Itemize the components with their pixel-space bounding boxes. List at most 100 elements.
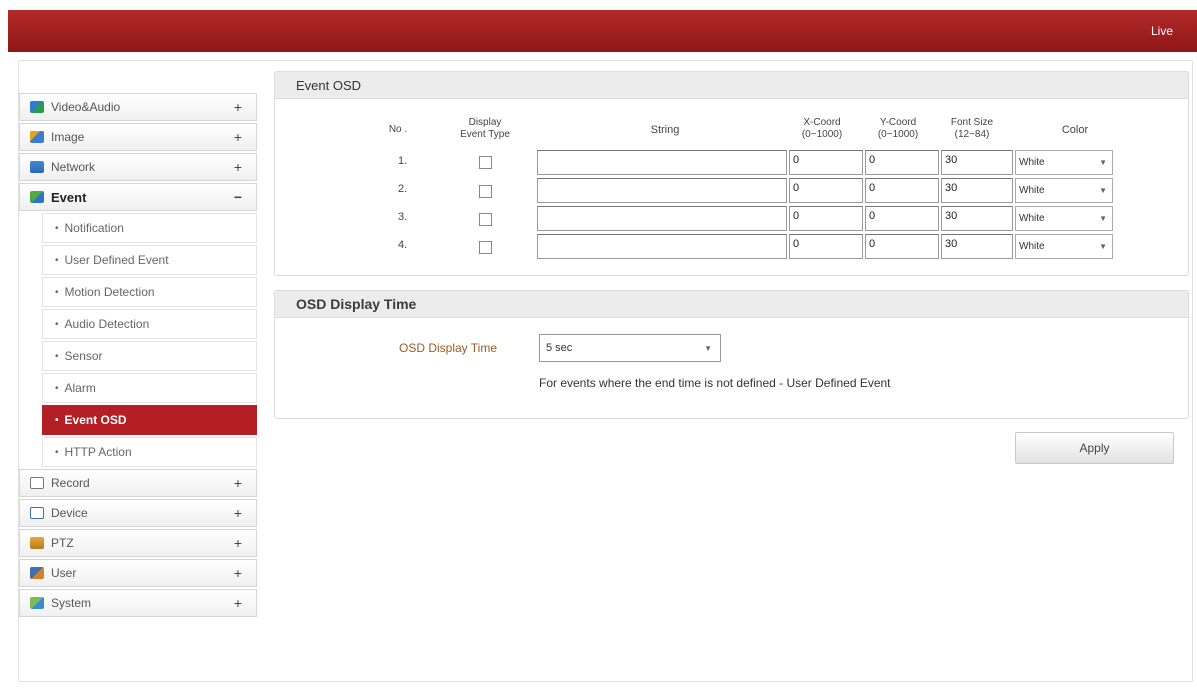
color-select[interactable]: White ▼ bbox=[1015, 150, 1113, 175]
display-event-type-checkbox[interactable] bbox=[479, 185, 492, 198]
sidebar-item-ptz[interactable]: PTZ + bbox=[19, 529, 257, 557]
font-size-input[interactable]: 30 bbox=[941, 150, 1013, 175]
panel-title: Event OSD bbox=[275, 72, 1188, 99]
osd-display-time-note: For events where the end time is not def… bbox=[539, 376, 891, 390]
font-size-input[interactable]: 30 bbox=[941, 234, 1013, 259]
x-coord-input[interactable]: 0 bbox=[789, 234, 863, 259]
font-size-input[interactable]: 30 bbox=[941, 206, 1013, 231]
sidebar-item-user[interactable]: User + bbox=[19, 559, 257, 587]
subitem-label: Event OSD bbox=[64, 413, 127, 427]
osd-display-time-select[interactable]: 5 sec ▼ bbox=[539, 334, 721, 362]
subitem-label: Audio Detection bbox=[64, 317, 150, 331]
color-select-value: White bbox=[1019, 185, 1045, 196]
sidebar-item-system[interactable]: System + bbox=[19, 589, 257, 617]
subitem-label: Motion Detection bbox=[64, 285, 155, 299]
header-line: X-Coord bbox=[803, 117, 841, 128]
apply-button[interactable]: Apply bbox=[1015, 432, 1174, 464]
sidebar-subitem-http-action[interactable]: • HTTP Action bbox=[42, 437, 257, 467]
color-select[interactable]: White ▼ bbox=[1015, 234, 1113, 259]
sidebar-subitem-event-osd[interactable]: • Event OSD bbox=[42, 405, 257, 435]
panel-title: OSD Display Time bbox=[275, 291, 1188, 318]
live-link[interactable]: Live bbox=[1151, 24, 1173, 38]
chevron-down-icon: ▼ bbox=[1099, 186, 1107, 195]
sidebar-item-video-audio[interactable]: Video&Audio + bbox=[19, 93, 257, 121]
user-icon bbox=[30, 567, 44, 579]
sidebar-item-image[interactable]: Image + bbox=[19, 123, 257, 151]
color-select[interactable]: White ▼ bbox=[1015, 206, 1113, 231]
display-event-type-checkbox[interactable] bbox=[479, 156, 492, 169]
sidebar-item-event[interactable]: Event − bbox=[19, 183, 257, 211]
bullet-icon: • bbox=[55, 382, 59, 394]
sidebar-item-label: Network bbox=[51, 160, 96, 174]
string-input[interactable] bbox=[537, 178, 787, 203]
sidebar-subitem-motion-detection[interactable]: • Motion Detection bbox=[42, 277, 257, 307]
event-osd-panel: Event OSD No . Display Event Type String… bbox=[274, 71, 1189, 276]
sidebar-subitem-alarm[interactable]: • Alarm bbox=[42, 373, 257, 403]
network-icon bbox=[30, 161, 44, 173]
expand-icon: + bbox=[233, 535, 242, 551]
image-icon bbox=[30, 131, 44, 143]
sidebar-subitem-sensor[interactable]: • Sensor bbox=[42, 341, 257, 371]
display-event-type-checkbox[interactable] bbox=[479, 213, 492, 226]
event-icon bbox=[30, 191, 44, 203]
sidebar-subitem-user-defined-event[interactable]: • User Defined Event bbox=[42, 245, 257, 275]
y-coord-input[interactable]: 0 bbox=[865, 178, 939, 203]
sidebar-item-network[interactable]: Network + bbox=[19, 153, 257, 181]
x-coord-input[interactable]: 0 bbox=[789, 178, 863, 203]
row-number: 4. bbox=[398, 239, 408, 251]
expand-icon: + bbox=[233, 475, 242, 491]
header-line: (0~1000) bbox=[801, 129, 843, 140]
color-select-value: White bbox=[1019, 157, 1045, 168]
bullet-icon: • bbox=[55, 222, 59, 234]
color-select[interactable]: White ▼ bbox=[1015, 178, 1113, 203]
chevron-down-icon: ▼ bbox=[1099, 158, 1107, 167]
subitem-label: User Defined Event bbox=[64, 253, 169, 267]
row-number: 1. bbox=[398, 155, 408, 167]
string-input[interactable] bbox=[537, 206, 787, 231]
y-coord-input[interactable]: 0 bbox=[865, 234, 939, 259]
sidebar-item-label: User bbox=[51, 566, 77, 580]
y-coord-input[interactable]: 0 bbox=[865, 206, 939, 231]
collapse-icon: − bbox=[233, 189, 242, 205]
column-header-font-size: Font Size (12~84) bbox=[937, 117, 1007, 141]
expand-icon: + bbox=[233, 129, 242, 145]
y-coord-input[interactable]: 0 bbox=[865, 150, 939, 175]
header-line: (0~1000) bbox=[877, 129, 919, 140]
sidebar-item-record[interactable]: Record + bbox=[19, 469, 257, 497]
row-number: 2. bbox=[398, 183, 408, 195]
row-number: 3. bbox=[398, 211, 408, 223]
expand-icon: + bbox=[233, 99, 242, 115]
column-header-color: Color bbox=[1061, 124, 1089, 136]
display-event-type-checkbox[interactable] bbox=[479, 241, 492, 254]
column-header-no: No . bbox=[388, 124, 408, 135]
expand-icon: + bbox=[233, 565, 242, 581]
x-coord-input[interactable]: 0 bbox=[789, 206, 863, 231]
sidebar-item-label: Image bbox=[51, 130, 85, 144]
sidebar-item-device[interactable]: Device + bbox=[19, 499, 257, 527]
osd-display-time-value: 5 sec bbox=[546, 342, 573, 354]
bullet-icon: • bbox=[55, 414, 59, 426]
sidebar-subitem-notification[interactable]: • Notification bbox=[42, 213, 257, 243]
sidebar-subitem-audio-detection[interactable]: • Audio Detection bbox=[42, 309, 257, 339]
expand-icon: + bbox=[233, 159, 242, 175]
sidebar-item-label: System bbox=[51, 596, 92, 610]
expand-icon: + bbox=[233, 595, 242, 611]
sidebar-item-label: PTZ bbox=[51, 536, 74, 550]
device-icon bbox=[30, 507, 44, 519]
string-input[interactable] bbox=[537, 234, 787, 259]
font-size-input[interactable]: 30 bbox=[941, 178, 1013, 203]
subitem-label: Notification bbox=[64, 221, 124, 235]
sidebar-item-label: Video&Audio bbox=[51, 100, 121, 114]
chevron-down-icon: ▼ bbox=[1099, 214, 1107, 223]
header-line: Y-Coord bbox=[879, 117, 917, 128]
string-input[interactable] bbox=[537, 150, 787, 175]
bullet-icon: • bbox=[55, 286, 59, 298]
x-coord-input[interactable]: 0 bbox=[789, 150, 863, 175]
video-audio-icon bbox=[30, 101, 44, 113]
bullet-icon: • bbox=[55, 446, 59, 458]
settings-page: Video&Audio + Image + Network + Event − … bbox=[18, 60, 1193, 682]
system-icon bbox=[30, 597, 44, 609]
chevron-down-icon: ▼ bbox=[1099, 242, 1107, 251]
color-select-value: White bbox=[1019, 241, 1045, 252]
header-line: (12~84) bbox=[954, 129, 990, 140]
